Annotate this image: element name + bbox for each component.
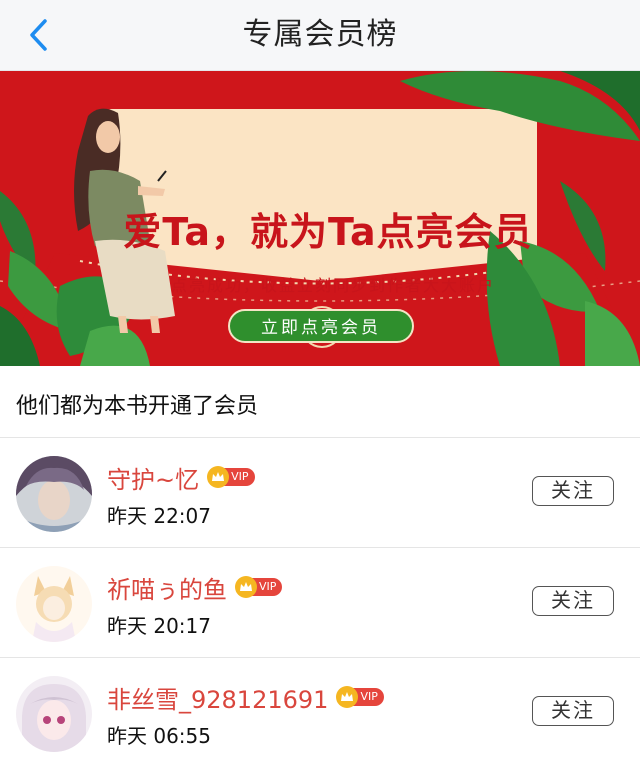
member-name[interactable]: 守护~忆 VIP (107, 460, 255, 495)
light-up-membership-button[interactable]: 立即点亮会员 (228, 309, 414, 343)
member-name-text: 祈喵ぅ的鱼 (107, 576, 227, 604)
member-name[interactable]: 祈喵ぅ的鱼 VIP (107, 570, 283, 605)
member-row[interactable]: 守护~忆 VIP 昨天 22:07 关注 (0, 438, 640, 546)
member-name-text: 守护~忆 (107, 466, 200, 494)
follow-button[interactable]: 关注 (532, 476, 614, 506)
member-name[interactable]: 非丝雪_928121691 VIP (107, 680, 384, 715)
section-title: 他们都为本书开通了会员 (16, 394, 259, 419)
crown-icon (207, 466, 230, 488)
follow-button[interactable]: 关注 (532, 586, 614, 616)
member-time: 昨天 20:17 (107, 614, 211, 638)
nav-bar: 专属会员榜 (0, 0, 640, 71)
vip-badge: VIP (235, 576, 283, 598)
crown-icon (235, 576, 257, 598)
avatar[interactable] (16, 456, 92, 532)
member-time: 昨天 06:55 (107, 724, 211, 748)
vip-badge: VIP (207, 466, 255, 488)
avatar[interactable] (16, 566, 92, 642)
avatar[interactable] (16, 676, 92, 752)
member-row[interactable]: 祈喵ぅ的鱼 VIP 昨天 20:17 关注 (0, 548, 640, 656)
page-title: 专属会员榜 (242, 17, 398, 52)
promo-banner[interactable]: 爱Ta，就为Ta点亮会员 点亮成功，收益立刻同步到作者大大账户 立即点亮会员 (0, 71, 640, 366)
follow-button[interactable]: 关注 (532, 696, 614, 726)
vip-badge: VIP (336, 686, 384, 708)
banner-subtitle: 点亮成功，收益立刻同步到作者大大账户 (170, 276, 495, 295)
member-name-text: 非丝雪_928121691 (107, 686, 329, 714)
banner-title: 爱Ta，就为Ta点亮会员 (123, 210, 533, 254)
member-time: 昨天 22:07 (107, 504, 211, 528)
member-row[interactable]: 非丝雪_928121691 VIP 昨天 06:55 关注 (0, 658, 640, 766)
